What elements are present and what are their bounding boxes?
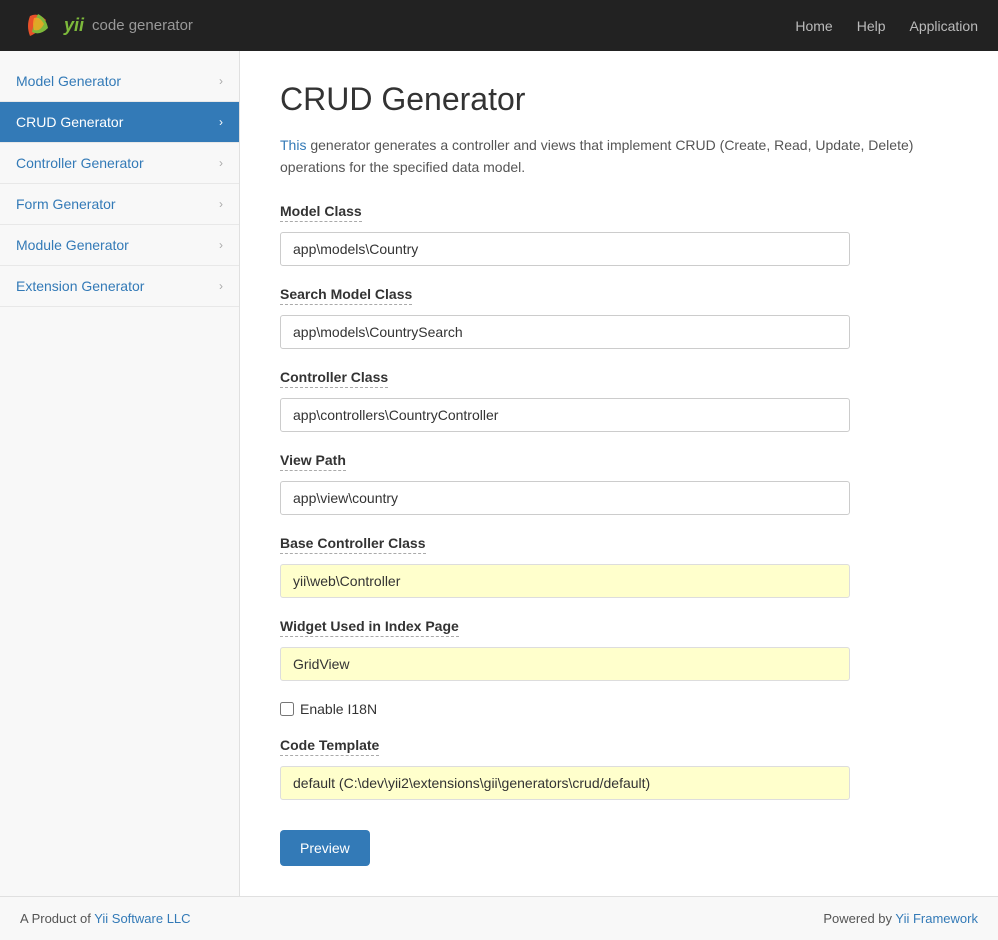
description-text: generator generates a controller and vie… <box>280 137 913 175</box>
footer-left-text: A Product of <box>20 911 94 926</box>
sidebar-item-crud-generator[interactable]: CRUD Generator › <box>0 102 239 143</box>
description: This generator generates a controller an… <box>280 134 958 179</box>
sidebar-item-label: Module Generator <box>16 237 129 253</box>
base-controller-class-label: Base Controller Class <box>280 535 426 554</box>
view-path-input[interactable] <box>280 481 850 515</box>
yii-logo-icon <box>20 8 56 44</box>
form-group-widget-used: Widget Used in Index Page GridView <box>280 618 958 681</box>
footer-right-text: Powered by <box>823 911 895 926</box>
form-group-controller-class: Controller Class <box>280 369 958 432</box>
model-class-input[interactable] <box>280 232 850 266</box>
sidebar-item-extension-generator[interactable]: Extension Generator › <box>0 266 239 307</box>
code-template-label: Code Template <box>280 737 379 756</box>
chevron-right-icon: › <box>219 74 223 88</box>
footer-right: Powered by Yii Framework <box>823 911 978 926</box>
footer: A Product of Yii Software LLC Powered by… <box>0 896 998 940</box>
widget-used-value: GridView <box>280 647 850 681</box>
controller-class-input[interactable] <box>280 398 850 432</box>
chevron-right-icon: › <box>219 238 223 252</box>
sidebar-item-label: Form Generator <box>16 196 116 212</box>
code-template-value: default (C:\dev\yii2\extensions\gii\gene… <box>280 766 850 800</box>
chevron-right-icon: › <box>219 279 223 293</box>
search-model-class-label: Search Model Class <box>280 286 412 305</box>
chevron-right-icon: › <box>219 115 223 129</box>
main-content: CRUD Generator This generator generates … <box>240 51 998 896</box>
widget-used-label: Widget Used in Index Page <box>280 618 459 637</box>
preview-button[interactable]: Preview <box>280 830 370 866</box>
footer-left: A Product of Yii Software LLC <box>20 911 191 926</box>
main-layout: Model Generator › CRUD Generator › Contr… <box>0 51 998 896</box>
description-link[interactable]: This <box>280 137 306 153</box>
sidebar-item-controller-generator[interactable]: Controller Generator › <box>0 143 239 184</box>
header-nav: Home Help Application <box>795 18 978 34</box>
model-class-label: Model Class <box>280 203 362 222</box>
sidebar-item-module-generator[interactable]: Module Generator › <box>0 225 239 266</box>
form-group-base-controller-class: Base Controller Class yii\web\Controller <box>280 535 958 598</box>
logo: yii code generator <box>20 8 193 44</box>
view-path-label: View Path <box>280 452 346 471</box>
nav-help[interactable]: Help <box>857 18 886 34</box>
sidebar-item-model-generator[interactable]: Model Generator › <box>0 61 239 102</box>
sidebar-item-label: Controller Generator <box>16 155 144 171</box>
sidebar: Model Generator › CRUD Generator › Contr… <box>0 51 240 896</box>
enable-i18n-label: Enable I18N <box>300 701 377 717</box>
page-title: CRUD Generator <box>280 81 958 118</box>
search-model-class-input[interactable] <box>280 315 850 349</box>
form-group-search-model-class: Search Model Class <box>280 286 958 349</box>
form-group-view-path: View Path <box>280 452 958 515</box>
sidebar-item-label: Extension Generator <box>16 278 144 294</box>
nav-home[interactable]: Home <box>795 18 832 34</box>
base-controller-class-value: yii\web\Controller <box>280 564 850 598</box>
enable-i18n-checkbox[interactable] <box>280 702 294 716</box>
form-group-model-class: Model Class <box>280 203 958 266</box>
header: yii code generator Home Help Application <box>0 0 998 51</box>
chevron-right-icon: › <box>219 156 223 170</box>
controller-class-label: Controller Class <box>280 369 388 388</box>
footer-right-link[interactable]: Yii Framework <box>895 911 978 926</box>
sidebar-item-label: Model Generator <box>16 73 121 89</box>
logo-text: yii <box>64 15 84 36</box>
form-group-enable-i18n: Enable I18N <box>280 701 958 717</box>
logo-subtext: code generator <box>92 17 193 34</box>
footer-left-link[interactable]: Yii Software LLC <box>94 911 190 926</box>
nav-application[interactable]: Application <box>910 18 979 34</box>
form-group-code-template: Code Template default (C:\dev\yii2\exten… <box>280 737 958 800</box>
chevron-right-icon: › <box>219 197 223 211</box>
sidebar-item-form-generator[interactable]: Form Generator › <box>0 184 239 225</box>
sidebar-item-label: CRUD Generator <box>16 114 123 130</box>
